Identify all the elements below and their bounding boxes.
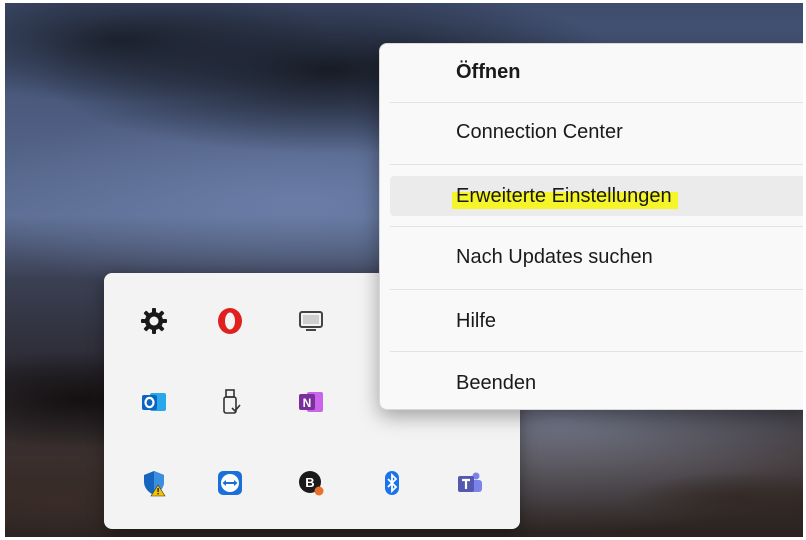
screenshot-border [0,0,806,540]
